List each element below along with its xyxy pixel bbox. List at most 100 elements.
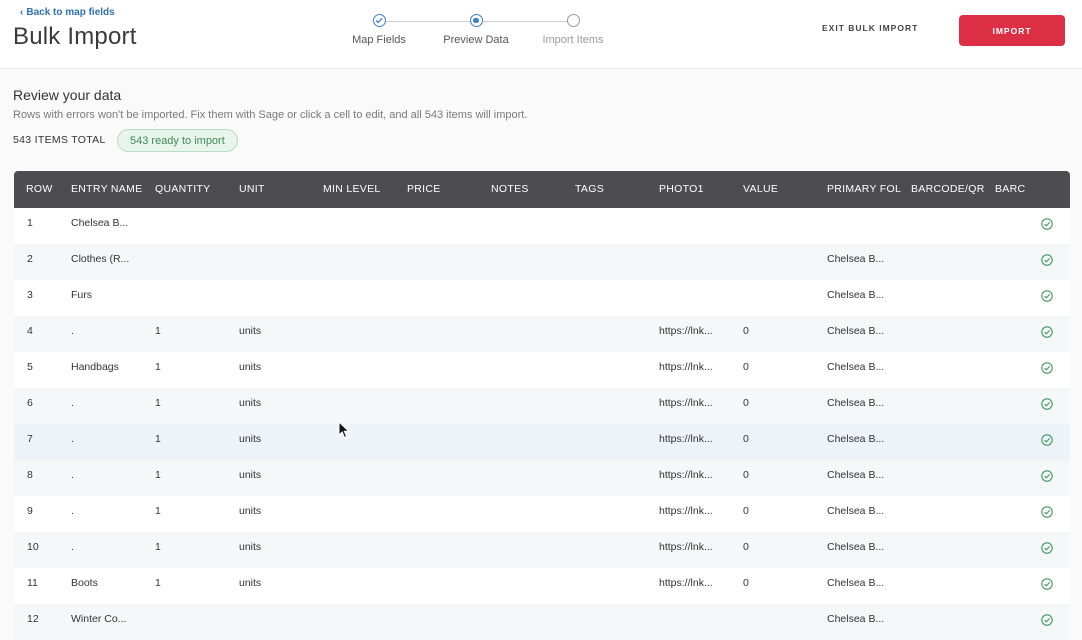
cell-unit[interactable]: units (239, 316, 309, 352)
cell-row[interactable]: 6 (27, 388, 67, 424)
cell-entry-name[interactable]: Clothes (R... (71, 244, 133, 280)
column-header-tags[interactable]: TAGS (575, 171, 655, 208)
cell-primary-folder[interactable]: Chelsea B... (827, 316, 899, 352)
column-header-barcode-qr[interactable]: BARCODE/QR (911, 171, 989, 208)
table-row[interactable]: 4. 1 units https://lnk... 0 Chelsea B... (14, 316, 1070, 352)
cell-entry-name[interactable]: . (71, 496, 133, 532)
cell-photo1[interactable]: https://lnk... (659, 568, 733, 604)
column-header-primary-folder[interactable]: PRIMARY FOLI (827, 171, 901, 208)
cell-value[interactable]: 0 (743, 532, 813, 568)
cell-row[interactable]: 9 (27, 496, 67, 532)
cell-unit[interactable]: units (239, 568, 309, 604)
exit-bulk-import-button[interactable]: EXIT BULK IMPORT (822, 23, 918, 33)
cell-primary-folder[interactable]: Chelsea B... (827, 604, 899, 640)
cell-value[interactable] (743, 604, 813, 640)
cell-primary-folder[interactable]: Chelsea B... (827, 244, 899, 280)
column-header-entry-name[interactable]: ENTRY NAME (71, 171, 151, 208)
cell-primary-folder[interactable]: Chelsea B... (827, 568, 899, 604)
cell-row[interactable]: 3 (27, 280, 67, 316)
cell-quantity[interactable]: 1 (155, 460, 225, 496)
table-row[interactable]: 1 Chelsea B... (14, 208, 1070, 244)
cell-photo1[interactable]: https://lnk... (659, 388, 733, 424)
cell-unit[interactable]: units (239, 352, 309, 388)
cell-unit[interactable]: units (239, 532, 309, 568)
cell-unit[interactable] (239, 604, 309, 640)
cell-entry-name[interactable]: Handbags (71, 352, 133, 388)
import-button[interactable]: IMPORT (959, 15, 1065, 46)
cell-primary-folder[interactable]: Chelsea B... (827, 460, 899, 496)
cell-value[interactable] (743, 208, 813, 244)
cell-row[interactable]: 11 (27, 568, 67, 604)
cell-unit[interactable] (239, 280, 309, 316)
cell-primary-folder[interactable]: Chelsea B... (827, 532, 899, 568)
cell-quantity[interactable]: 1 (155, 388, 225, 424)
cell-entry-name[interactable]: . (71, 424, 133, 460)
cell-unit[interactable] (239, 208, 309, 244)
column-header-photo1[interactable]: PHOTO1 (659, 171, 739, 208)
cell-row[interactable]: 7 (27, 424, 67, 460)
cell-value[interactable] (743, 280, 813, 316)
table-row[interactable]: 8. 1 units https://lnk... 0 Chelsea B... (14, 460, 1070, 496)
cell-value[interactable]: 0 (743, 388, 813, 424)
table-row[interactable]: 5 Handbags 1 units https://lnk... 0 Chelsea B.… (14, 352, 1070, 388)
cell-photo1[interactable]: https://lnk... (659, 316, 733, 352)
column-header-min-level[interactable]: MIN LEVEL (323, 171, 403, 208)
cell-primary-folder[interactable]: Chelsea B... (827, 424, 899, 460)
table-row[interactable]: 9. 1 units https://lnk... 0 Chelsea B... (14, 496, 1070, 532)
cell-value[interactable]: 0 (743, 352, 813, 388)
table-row[interactable]: 2 Clothes (R... Chelsea B... (14, 244, 1070, 280)
cell-photo1[interactable] (659, 604, 733, 640)
cell-unit[interactable]: units (239, 496, 309, 532)
cell-primary-folder[interactable]: Chelsea B... (827, 280, 899, 316)
cell-photo1[interactable]: https://lnk... (659, 496, 733, 532)
cell-row[interactable]: 10 (27, 532, 67, 568)
cell-unit[interactable]: units (239, 424, 309, 460)
table-row[interactable]: 12 Winter Co... Chelsea B... (14, 604, 1070, 640)
cell-row[interactable]: 5 (27, 352, 67, 388)
cell-value[interactable]: 0 (743, 496, 813, 532)
cell-quantity[interactable]: 1 (155, 424, 225, 460)
cell-row[interactable]: 1 (27, 208, 67, 244)
cell-photo1[interactable]: https://lnk... (659, 460, 733, 496)
cell-quantity[interactable]: 1 (155, 568, 225, 604)
cell-photo1[interactable] (659, 280, 733, 316)
cell-value[interactable]: 0 (743, 460, 813, 496)
column-header-quantity[interactable]: QUANTITY (155, 171, 235, 208)
cell-quantity[interactable]: 1 (155, 532, 225, 568)
cell-quantity[interactable]: 1 (155, 316, 225, 352)
cell-photo1[interactable]: https://lnk... (659, 532, 733, 568)
cell-value[interactable]: 0 (743, 568, 813, 604)
cell-entry-name[interactable]: Chelsea B... (71, 208, 133, 244)
cell-unit[interactable]: units (239, 460, 309, 496)
cell-row[interactable]: 4 (27, 316, 67, 352)
cell-entry-name[interactable]: Furs (71, 280, 133, 316)
cell-photo1[interactable] (659, 208, 733, 244)
cell-quantity[interactable] (155, 280, 225, 316)
column-header-unit[interactable]: UNIT (239, 171, 319, 208)
cell-quantity[interactable] (155, 244, 225, 280)
table-row[interactable]: 7. 1 units https://lnk... 0 Chelsea B... (14, 424, 1070, 460)
cell-entry-name[interactable]: Winter Co... (71, 604, 133, 640)
cell-row[interactable]: 12 (27, 604, 67, 640)
cell-value[interactable]: 0 (743, 424, 813, 460)
cell-entry-name[interactable]: . (71, 532, 133, 568)
column-header-row[interactable]: ROW (26, 171, 76, 208)
step-map-fields[interactable]: Map Fields (334, 14, 424, 46)
cell-value[interactable] (743, 244, 813, 280)
column-header-barcode[interactable]: BARC (995, 171, 1027, 208)
cell-row[interactable]: 8 (27, 460, 67, 496)
cell-photo1[interactable]: https://lnk... (659, 352, 733, 388)
cell-quantity[interactable]: 1 (155, 352, 225, 388)
table-row[interactable]: 6. 1 units https://lnk... 0 Chelsea B... (14, 388, 1070, 424)
cell-primary-folder[interactable]: Chelsea B... (827, 388, 899, 424)
back-to-map-fields-link[interactable]: ‹ Back to map fields (20, 7, 115, 18)
cell-entry-name[interactable]: . (71, 316, 133, 352)
cell-unit[interactable] (239, 244, 309, 280)
table-row[interactable]: 3 Furs Chelsea B... (14, 280, 1070, 316)
cell-row[interactable]: 2 (27, 244, 67, 280)
cell-quantity[interactable] (155, 604, 225, 640)
cell-entry-name[interactable]: Boots (71, 568, 133, 604)
table-row[interactable]: 11 Boots 1 units https://lnk... 0 Chelsea B... (14, 568, 1070, 604)
table-row[interactable]: 10. 1 units https://lnk... 0 Chelsea B... (14, 532, 1070, 568)
cell-entry-name[interactable]: . (71, 388, 133, 424)
